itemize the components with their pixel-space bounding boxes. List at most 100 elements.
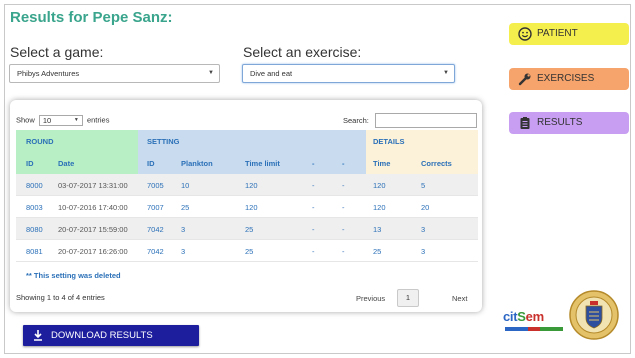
page-length-control: Show 10 ▼ entries xyxy=(16,115,109,126)
column-header-date[interactable]: Date xyxy=(58,159,74,168)
logo-cit-text: cit xyxy=(503,309,518,324)
page-title: Results for Pepe Sanz: xyxy=(10,9,173,26)
university-seal-icon xyxy=(569,290,619,340)
cell-plankton: 25 xyxy=(181,203,190,212)
download-results-label: DOWNLOAD RESULTS xyxy=(51,330,153,341)
cell-round-id: 8000 xyxy=(26,181,43,190)
entries-label: entries xyxy=(86,115,110,125)
exercise-select-label: Select an exercise: xyxy=(243,44,362,60)
game-select-value: Phibys Adventures xyxy=(17,69,80,78)
download-icon xyxy=(33,325,43,354)
column-header-dash-2[interactable]: - xyxy=(342,159,345,168)
cell-corrects: 20 xyxy=(421,203,430,212)
nav-patient-label: PATIENT xyxy=(537,28,578,39)
cell-round-id: 8003 xyxy=(26,203,43,212)
column-header-dash-1[interactable]: - xyxy=(312,159,315,168)
cell-time-limit: 120 xyxy=(245,203,258,212)
search-input[interactable] xyxy=(375,113,477,128)
cell-dash-1: - xyxy=(312,203,315,212)
cell-corrects: 3 xyxy=(421,225,426,234)
cell-time-limit: 120 xyxy=(245,181,258,190)
nav-exercises-button[interactable]: EXERCISES xyxy=(509,68,629,90)
clipboard-list-icon xyxy=(518,116,532,130)
nav-exercises-label: EXERCISES xyxy=(537,73,595,84)
table-info: Showing 1 to 4 of 4 entries xyxy=(16,293,105,302)
column-header-plankton[interactable]: Plankton xyxy=(181,159,213,168)
table-row: 8000 03-07-2017 13:31:00 7005 10 120 - -… xyxy=(16,174,478,196)
cell-dash-1: - xyxy=(312,225,315,234)
cell-time-limit: 25 xyxy=(245,225,254,234)
column-header-corrects[interactable]: Corrects xyxy=(421,159,452,168)
cell-time: 13 xyxy=(373,225,382,234)
cell-plankton: 3 xyxy=(181,225,186,234)
cell-date: 20-07-2017 15:59:00 xyxy=(58,225,128,234)
round-header-bg xyxy=(16,152,138,174)
cell-date: 03-07-2017 13:31:00 xyxy=(58,181,128,190)
cell-plankton: 10 xyxy=(181,181,190,190)
cell-round-id: 8080 xyxy=(26,225,43,234)
cell-plankton: 3 xyxy=(181,247,186,256)
game-select-label: Select a game: xyxy=(10,44,104,60)
game-select[interactable]: Phibys Adventures ▼ xyxy=(9,64,220,83)
cell-corrects: 5 xyxy=(421,181,426,190)
citsem-logo: citSem xyxy=(503,309,544,324)
page-length-value: 10 xyxy=(42,116,52,125)
column-header-time-limit[interactable]: Time limit xyxy=(245,159,280,168)
cell-dash-2: - xyxy=(342,203,345,212)
cell-date: 10-07-2016 17:40:00 xyxy=(58,203,128,212)
round-group-label: ROUND xyxy=(26,137,54,146)
column-header-round-id[interactable]: ID xyxy=(26,159,34,168)
wrench-icon xyxy=(518,72,532,86)
cell-setting-id: 7042 xyxy=(147,247,164,256)
nav-results-button[interactable]: RESULTS xyxy=(509,112,629,134)
cell-setting-id: 7007 xyxy=(147,203,164,212)
round-group-header: ROUND xyxy=(16,130,138,152)
group-header-row: ROUND SETTING DETAILS xyxy=(16,130,478,152)
column-header-setting-id[interactable]: ID xyxy=(147,159,155,168)
cell-dash-1: - xyxy=(312,247,315,256)
search-label: Search: xyxy=(343,116,369,125)
logo-em-text: em xyxy=(525,309,545,324)
cell-time-limit: 25 xyxy=(245,247,254,256)
cell-round-id: 8081 xyxy=(26,247,43,256)
table-row: 8003 10-07-2016 17:40:00 7007 25 120 - -… xyxy=(16,196,478,218)
cell-time: 120 xyxy=(373,203,386,212)
setting-group-label: SETTING xyxy=(147,137,180,146)
cell-time: 25 xyxy=(373,247,382,256)
results-table: ROUND SETTING DETAILS ID Date ID Plankto… xyxy=(16,130,478,262)
cell-corrects: 3 xyxy=(421,247,426,256)
exercise-select-value: Dive and eat xyxy=(250,69,293,78)
exercise-select[interactable]: Dive and eat ▼ xyxy=(242,64,455,83)
caret-down-icon: ▼ xyxy=(73,117,79,123)
column-header-time[interactable]: Time xyxy=(373,159,390,168)
column-header-row: ID Date ID Plankton Time limit - - Time … xyxy=(16,152,478,174)
deleted-setting-note: ** This setting was deleted xyxy=(26,271,121,280)
download-results-button[interactable]: DOWNLOAD RESULTS xyxy=(23,325,199,346)
cell-setting-id: 7042 xyxy=(147,225,164,234)
cell-dash-2: - xyxy=(342,247,345,256)
caret-down-icon: ▼ xyxy=(443,70,449,76)
cell-time: 120 xyxy=(373,181,386,190)
nav-patient-button[interactable]: PATIENT xyxy=(509,23,629,45)
show-label: Show xyxy=(16,115,35,125)
caret-down-icon: ▼ xyxy=(208,70,214,76)
cell-dash-2: - xyxy=(342,225,345,234)
nav-results-label: RESULTS xyxy=(537,117,583,128)
page-1-button[interactable]: 1 xyxy=(397,289,419,307)
results-table-card: Show 10 ▼ entries Search: ROUND SETTING … xyxy=(10,100,482,312)
next-page-button[interactable]: Next xyxy=(452,294,467,303)
cell-date: 20-07-2017 16:26:00 xyxy=(58,247,128,256)
table-row: 8081 20-07-2017 16:26:00 7042 3 25 - - 2… xyxy=(16,240,478,262)
page-length-select[interactable]: 10 ▼ xyxy=(38,115,83,126)
cell-dash-1: - xyxy=(312,181,315,190)
smiley-face-icon xyxy=(518,27,532,41)
cell-dash-2: - xyxy=(342,181,345,190)
details-group-header: DETAILS xyxy=(366,130,478,152)
details-group-label: DETAILS xyxy=(373,137,405,146)
table-row: 8080 20-07-2017 15:59:00 7042 3 25 - - 1… xyxy=(16,218,478,240)
logo-s-text: S xyxy=(517,309,526,324)
setting-group-header: SETTING xyxy=(138,130,366,152)
previous-page-button[interactable]: Previous xyxy=(356,294,385,303)
citsem-logo-strip xyxy=(505,327,563,331)
cell-setting-id: 7005 xyxy=(147,181,164,190)
